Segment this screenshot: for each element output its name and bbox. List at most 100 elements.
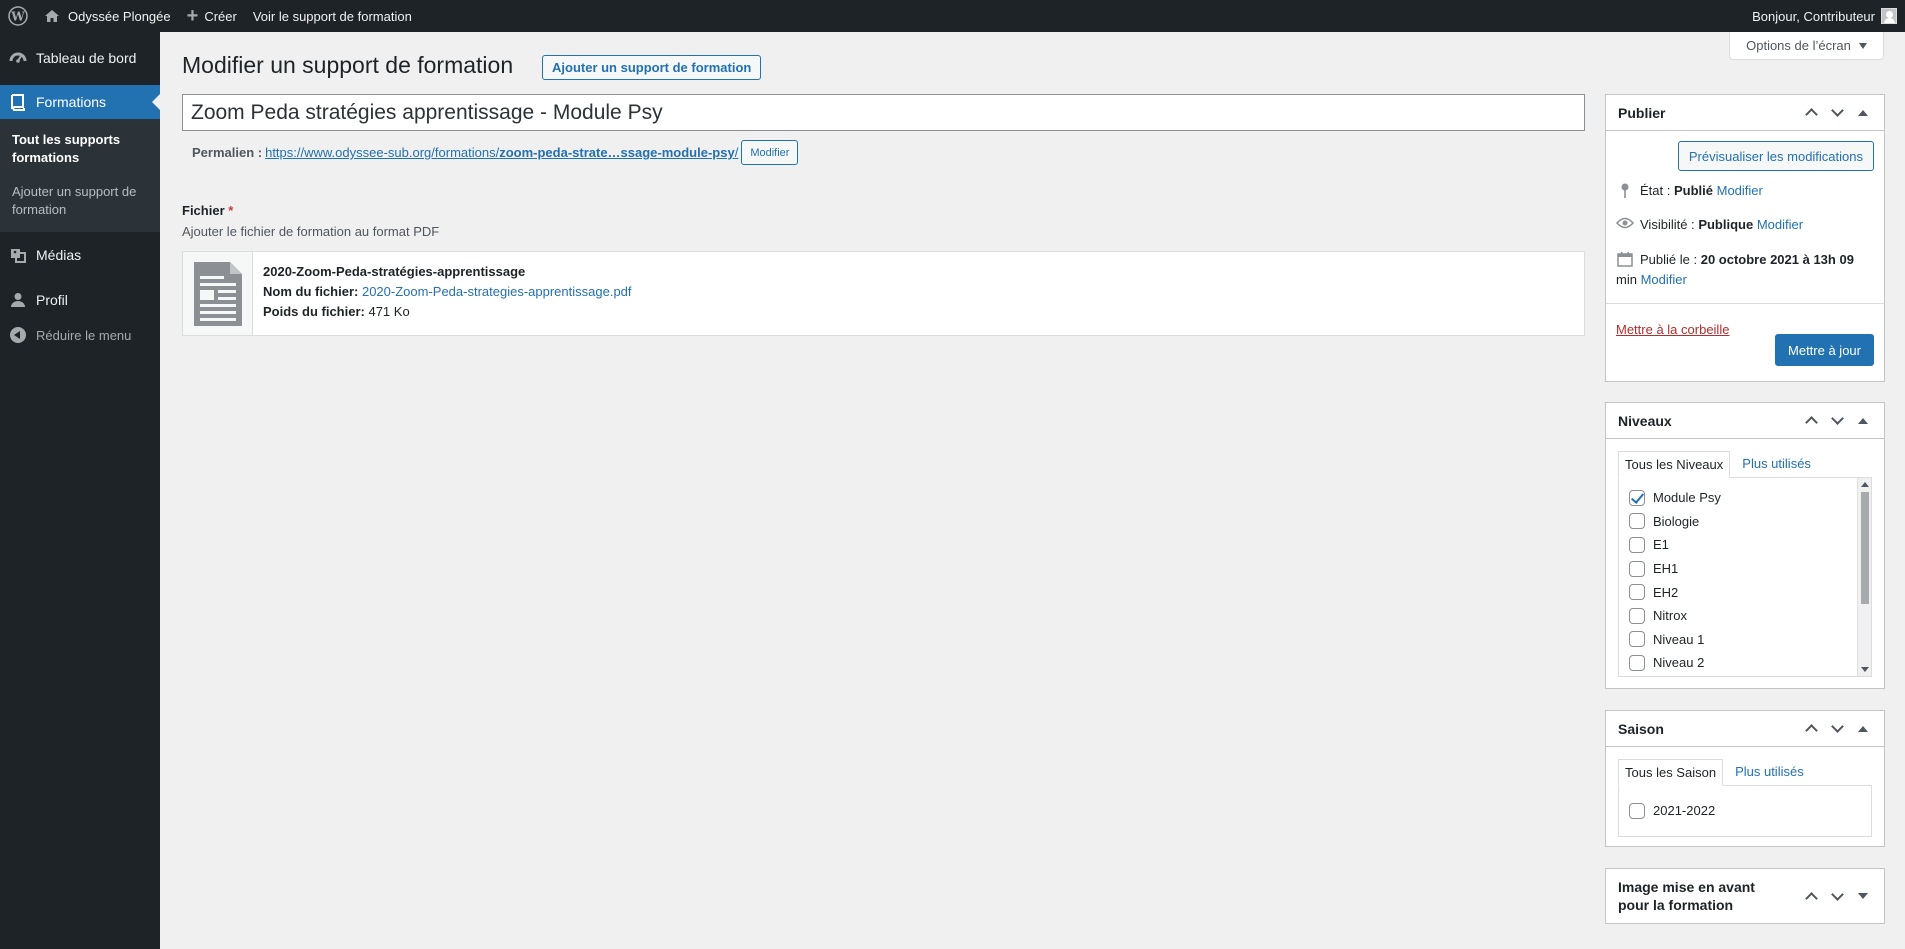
checkbox[interactable] (1629, 536, 1645, 553)
move-to-trash-link[interactable]: Mettre à la corbeille (1616, 322, 1729, 337)
chevron-down-icon (1830, 104, 1844, 117)
niveau-item[interactable]: Niveau 2 (1629, 651, 1871, 675)
checkbox[interactable] (1629, 631, 1645, 648)
permalink-slug: zoom-peda-strate…ssage-module-psy (499, 145, 735, 160)
published-value: 20 octobre 2021 à 13h 09 (1700, 252, 1854, 267)
status-row: État : Publié Modifier (1606, 181, 1884, 201)
screen-options-label: Options de l’écran (1746, 38, 1851, 53)
niveau-item[interactable]: Nitrox (1629, 604, 1871, 628)
chevron-down-icon (1830, 720, 1844, 733)
permalink-label: Permalien : (192, 145, 263, 160)
visibility-row: Visibilité : Publique Modifier (1606, 215, 1884, 235)
page-title: Modifier un support de formation (182, 52, 514, 78)
saison-item[interactable]: 2021-2022 (1629, 799, 1871, 823)
niveau-item[interactable]: Biologie (1629, 510, 1871, 534)
update-button[interactable]: Mettre à jour (1775, 334, 1874, 366)
move-up-button[interactable] (1798, 716, 1824, 742)
saison-box-title: Saison (1618, 720, 1664, 737)
collapse-icon (10, 327, 26, 343)
toggle-panel-button[interactable] (1850, 716, 1876, 742)
move-down-button[interactable] (1824, 408, 1850, 434)
niveau-item[interactable]: EH1 (1629, 557, 1871, 581)
sidebar-item-media[interactable]: Médias (0, 238, 160, 272)
edit-slug-button[interactable]: Modifier (741, 140, 799, 165)
avatar (1881, 8, 1897, 24)
file-name-link[interactable]: 2020-Zoom-Peda-strategies-apprentissage.… (362, 284, 632, 299)
permalink-link[interactable]: https://www.odyssee-sub.org/formations/z… (265, 145, 738, 160)
view-post-link[interactable]: Voir le support de formation (245, 0, 420, 32)
site-name-link[interactable]: Odyssée Plongée (36, 0, 179, 32)
niveau-item[interactable]: E1 (1629, 533, 1871, 557)
saison-box: Saison Tous les Saison Plus utilisés 202… (1605, 710, 1885, 847)
move-down-button[interactable] (1824, 883, 1850, 909)
niveau-label: Module Psy (1653, 490, 1721, 506)
submenu-add-formation[interactable]: Ajouter un support de formation (0, 178, 160, 224)
file-name-label: Nom du fichier: (263, 284, 359, 299)
new-content-button[interactable]: + Créer (179, 0, 245, 32)
file-info: 2020-Zoom-Peda-stratégies-apprentissage … (253, 252, 642, 335)
admin-bar: W Odyssée Plongée + Créer Voir le suppor… (0, 0, 1905, 32)
saison-label: 2021-2022 (1653, 803, 1716, 819)
niveau-item[interactable]: Niveau 1 (1629, 628, 1871, 652)
niveau-item[interactable]: EH2 (1629, 580, 1871, 604)
niveau-item[interactable]: Module Psy (1629, 486, 1871, 510)
add-new-button[interactable]: Ajouter un support de formation (542, 55, 762, 80)
niveau-label: Niveau 2 (1653, 655, 1705, 671)
tab-popular-saison[interactable]: Plus utilisés (1729, 759, 1810, 786)
collapse-label: Réduire le menu (36, 327, 132, 343)
move-up-button[interactable] (1798, 408, 1824, 434)
screen-options-button[interactable]: Options de l’écran (1729, 32, 1884, 60)
niveaux-box: Niveaux Tous les Niveaux Plus utilisés M… (1605, 402, 1885, 689)
saison-box-header: Saison (1606, 711, 1884, 747)
triangle-up-icon (1858, 725, 1868, 732)
file-field-label: Fichier * (182, 203, 233, 218)
file-size-label: Poids du fichier: (263, 304, 365, 319)
edit-status-link[interactable]: Modifier (1717, 183, 1763, 198)
scroll-up-arrow-icon[interactable] (1861, 482, 1869, 487)
featured-image-title-line1: Image mise en avant (1618, 879, 1755, 895)
calendar-icon (1616, 249, 1634, 267)
toggle-panel-button[interactable] (1850, 100, 1876, 126)
permalink: Permalien : https://www.odyssee-sub.org/… (192, 140, 799, 165)
checkbox-checked[interactable] (1629, 489, 1645, 506)
move-up-button[interactable] (1798, 883, 1824, 909)
my-account-menu[interactable]: Bonjour, Contributeur (1752, 8, 1905, 24)
checkbox[interactable] (1629, 607, 1645, 624)
tab-all-niveaux[interactable]: Tous les Niveaux (1618, 451, 1731, 478)
move-down-button[interactable] (1824, 716, 1850, 742)
preview-button[interactable]: Prévisualiser les modifications (1677, 141, 1874, 171)
tab-all-saison[interactable]: Tous les Saison (1618, 759, 1724, 786)
move-up-button[interactable] (1798, 100, 1824, 126)
sidebar-item-formations[interactable]: Formations (0, 85, 160, 119)
submenu-all-formations[interactable]: Tout les supports formations (0, 126, 160, 172)
chevron-up-icon (1804, 891, 1818, 905)
triangle-up-icon (1858, 417, 1868, 424)
scroll-down-arrow-icon[interactable] (1861, 667, 1869, 672)
checkbox[interactable] (1629, 802, 1645, 819)
edit-visibility-link[interactable]: Modifier (1757, 217, 1803, 232)
new-content-label: Créer (204, 8, 237, 24)
sidebar-item-dashboard[interactable]: Tableau de bord (0, 41, 160, 75)
toggle-panel-button[interactable] (1850, 408, 1876, 434)
wordpress-logo-button[interactable]: W (0, 0, 36, 32)
post-title-input[interactable]: Zoom Peda stratégies apprentissage - Mod… (182, 94, 1585, 131)
checkbox[interactable] (1629, 584, 1645, 601)
sidebar-item-profile[interactable]: Profil (0, 283, 160, 317)
move-down-button[interactable] (1824, 100, 1850, 126)
tab-popular-niveaux[interactable]: Plus utilisés (1736, 451, 1817, 478)
checkbox[interactable] (1629, 560, 1645, 577)
edit-date-link[interactable]: Modifier (1641, 272, 1687, 287)
required-mark: * (228, 203, 234, 218)
niveaux-box-title: Niveaux (1618, 412, 1672, 429)
file-field-description: Ajouter le fichier de formation au forma… (182, 224, 440, 239)
toggle-panel-button[interactable] (1850, 883, 1876, 909)
niveaux-checklist: Module Psy Biologie E1 EH1 EH2 Nitrox Ni… (1619, 478, 1871, 675)
publish-box: Publier Prévisualiser les modifications … (1605, 94, 1885, 382)
checkbox[interactable] (1629, 513, 1645, 530)
scrollbar-thumb[interactable] (1861, 492, 1869, 604)
checklist-scrollbar[interactable] (1857, 478, 1871, 676)
wordpress-logo-icon: W (8, 6, 28, 26)
collapse-menu-button[interactable]: Réduire le menu (0, 318, 160, 352)
checkbox[interactable] (1629, 654, 1645, 671)
book-icon (8, 92, 28, 112)
